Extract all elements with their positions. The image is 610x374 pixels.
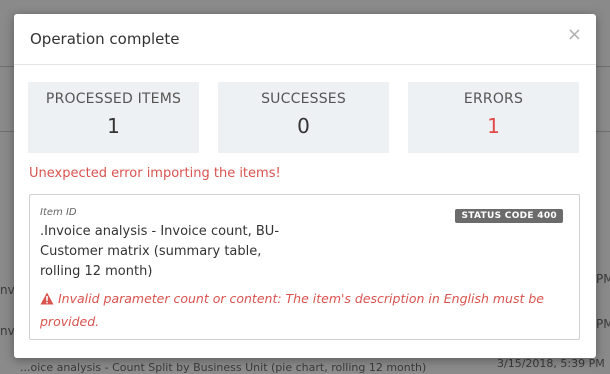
stat-label: PROCESSED ITEMS — [45, 91, 182, 107]
status-badge: STATUS CODE 400 — [455, 209, 563, 223]
item-name: .Invoice analysis - Invoice count, BU-Cu… — [40, 224, 280, 279]
background-bottom-text: ...oice analysis - Count Split by Busine… — [20, 361, 427, 374]
stat-value: 1 — [107, 114, 120, 138]
background-timestamp: 3/15/2018, 5:39 PM — [497, 357, 605, 370]
stat-successes: SUCCESSES 0 — [218, 82, 389, 153]
warning-text: Invalid parameter count or content: The … — [40, 291, 544, 329]
item-id-label: Item ID — [40, 207, 77, 218]
stat-label: ERRORS — [463, 91, 524, 107]
error-detail-panel: Item ID .Invoice analysis - Invoice coun… — [29, 194, 580, 340]
stat-label: SUCCESSES — [261, 91, 346, 107]
background-row-text: nv — [0, 283, 15, 297]
dialog-title: Operation complete — [30, 30, 180, 48]
operation-complete-dialog: Operation complete × PROCESSED ITEMS 1 S… — [14, 14, 596, 358]
background-row-text: nv — [0, 324, 15, 338]
error-message: Unexpected error importing the items! — [29, 166, 281, 181]
stat-processed-items: PROCESSED ITEMS 1 — [28, 82, 199, 153]
background-right-text: PM — [596, 317, 610, 331]
stat-value: 0 — [297, 114, 310, 138]
stat-value: 1 — [487, 114, 500, 138]
warning-message: Invalid parameter count or content: The … — [40, 288, 560, 332]
close-icon[interactable]: × — [567, 26, 582, 44]
stats-row: PROCESSED ITEMS 1 SUCCESSES 0 ERRORS 1 — [28, 82, 579, 153]
dialog-header: Operation complete × — [14, 14, 596, 65]
stat-errors: ERRORS 1 — [408, 82, 579, 153]
warning-triangle-icon — [40, 290, 54, 311]
background-right-text: PM — [596, 272, 610, 286]
